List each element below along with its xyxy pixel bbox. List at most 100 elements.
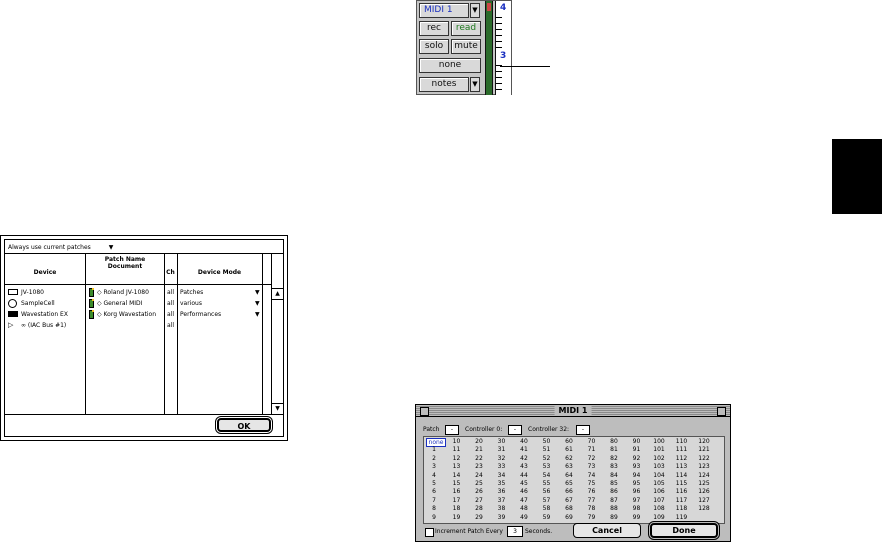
patch-cell[interactable]: 21 (471, 446, 487, 453)
patch-cell[interactable]: 128 (696, 505, 712, 512)
patch-cell[interactable]: 73 (584, 463, 600, 470)
patch-cell[interactable]: 79 (584, 514, 600, 521)
patch-cell[interactable]: 6 (426, 488, 442, 495)
patch-cell[interactable]: 37 (494, 497, 510, 504)
cancel-button[interactable]: Cancel (573, 523, 641, 538)
patch-cell[interactable]: 55 (539, 480, 555, 487)
patch-cell[interactable]: 12 (449, 455, 465, 462)
patch-cell[interactable]: 17 (449, 497, 465, 504)
patch-cell[interactable]: 80 (606, 438, 622, 445)
patch-cell[interactable]: 47 (516, 497, 532, 504)
patch-cell[interactable]: 106 (651, 488, 667, 495)
chevron-down-icon[interactable]: ▼ (255, 311, 260, 318)
patch-cell[interactable]: 93 (629, 463, 645, 470)
patch-cell[interactable]: 122 (696, 455, 712, 462)
table-row[interactable]: SampleCell ◇ General MIDI all various ▼ (5, 299, 271, 310)
patch-cell[interactable]: 51 (539, 446, 555, 453)
increment-checkbox[interactable] (425, 528, 434, 537)
patch-cell[interactable]: 8 (426, 505, 442, 512)
patch-cell[interactable]: 76 (584, 488, 600, 495)
patch-document[interactable]: ◇ Korg Wavestation (97, 311, 156, 318)
patch-cell[interactable]: 24 (471, 472, 487, 479)
patch-cell[interactable]: 45 (516, 480, 532, 487)
table-row[interactable]: JV-1080 ◇ Roland JV-1080 all Patches ▼ (5, 288, 271, 299)
ok-button[interactable]: OK (217, 418, 271, 432)
zoom-box-icon[interactable] (717, 407, 726, 416)
patch-field[interactable]: - (445, 425, 459, 435)
patch-cell[interactable]: 78 (584, 505, 600, 512)
scroll-up-icon[interactable]: ▲ (272, 288, 283, 300)
table-row[interactable]: Wavestation EX ◇ Korg Wavestation all Pe… (5, 310, 271, 321)
patch-cell[interactable]: 32 (494, 455, 510, 462)
patch-cell[interactable]: 30 (494, 438, 510, 445)
controller32-field[interactable]: - (576, 425, 590, 435)
patch-document[interactable]: ◇ Roland JV-1080 (97, 289, 149, 296)
patch-cell[interactable]: 96 (629, 488, 645, 495)
patch-cell[interactable]: 90 (629, 438, 645, 445)
patch-cell[interactable]: 39 (494, 514, 510, 521)
mute-button[interactable]: mute (451, 39, 481, 54)
patch-cell[interactable]: 57 (539, 497, 555, 504)
chevron-down-icon[interactable]: ▼ (470, 77, 480, 92)
patch-cell[interactable]: 62 (561, 455, 577, 462)
patch-cell[interactable]: 74 (584, 472, 600, 479)
patch-cell[interactable]: 35 (494, 480, 510, 487)
patch-cell[interactable]: 10 (449, 438, 465, 445)
patch-cell[interactable]: 54 (539, 472, 555, 479)
window-title-bar[interactable]: MIDI 1 (416, 405, 730, 417)
midi-output-selector[interactable]: MIDI 1 (419, 3, 469, 18)
patch-cell[interactable]: 16 (449, 488, 465, 495)
done-button[interactable]: Done (650, 523, 718, 538)
patch-cell[interactable]: 99 (629, 514, 645, 521)
patch-cell[interactable]: 4 (426, 472, 442, 479)
patch-cell[interactable]: 72 (584, 455, 600, 462)
patch-cell[interactable]: 102 (651, 455, 667, 462)
patch-cell[interactable]: 14 (449, 472, 465, 479)
table-row[interactable]: ▷ ∞ (IAC Bus #1) all (5, 321, 271, 332)
patch-cell[interactable]: 121 (696, 446, 712, 453)
patch-cell[interactable]: 9 (426, 514, 442, 521)
patch-cell[interactable]: 59 (539, 514, 555, 521)
patch-cell[interactable]: 117 (674, 497, 690, 504)
patch-cell[interactable]: 124 (696, 472, 712, 479)
patch-cell[interactable]: 77 (584, 497, 600, 504)
patch-cell[interactable]: 114 (674, 472, 690, 479)
patch-cell[interactable]: 89 (606, 514, 622, 521)
view-selector[interactable]: notes (419, 77, 469, 92)
patch-cell[interactable]: 46 (516, 488, 532, 495)
patch-cell[interactable]: 44 (516, 472, 532, 479)
patch-cell[interactable]: 120 (696, 438, 712, 445)
patch-cell[interactable]: 125 (696, 480, 712, 487)
patch-cell[interactable]: 83 (606, 463, 622, 470)
patch-cell[interactable]: 33 (494, 463, 510, 470)
patch-cell[interactable]: 66 (561, 488, 577, 495)
patch-cell[interactable]: 20 (471, 438, 487, 445)
patch-cell[interactable]: 112 (674, 455, 690, 462)
patch-cell[interactable]: 60 (561, 438, 577, 445)
patch-cell[interactable]: 65 (561, 480, 577, 487)
patch-cell[interactable]: 36 (494, 488, 510, 495)
patch-cell[interactable]: 71 (584, 446, 600, 453)
scroll-down-icon[interactable]: ▼ (272, 403, 283, 414)
patch-cell[interactable]: 118 (674, 505, 690, 512)
patch-cell[interactable]: 105 (651, 480, 667, 487)
patch-cell[interactable]: 95 (629, 480, 645, 487)
patch-cell[interactable]: 108 (651, 505, 667, 512)
patch-cell[interactable]: 110 (674, 438, 690, 445)
patch-cell[interactable]: 43 (516, 463, 532, 470)
read-button[interactable]: read (451, 21, 481, 36)
patch-document[interactable]: ◇ General MIDI (97, 300, 142, 307)
close-box-icon[interactable] (420, 407, 429, 416)
patch-cell[interactable]: 116 (674, 488, 690, 495)
device-mode[interactable]: various (180, 300, 202, 307)
chevron-down-icon[interactable]: ▼ (470, 3, 480, 18)
patch-cell[interactable]: 98 (629, 505, 645, 512)
patch-cell[interactable]: 111 (674, 446, 690, 453)
device-mode[interactable]: Patches (180, 289, 203, 296)
patch-cell[interactable]: 61 (561, 446, 577, 453)
patch-cell[interactable]: 18 (449, 505, 465, 512)
patch-cell[interactable]: 40 (516, 438, 532, 445)
patch-cell[interactable]: 97 (629, 497, 645, 504)
patch-cell[interactable]: 52 (539, 455, 555, 462)
patch-cell[interactable]: 42 (516, 455, 532, 462)
